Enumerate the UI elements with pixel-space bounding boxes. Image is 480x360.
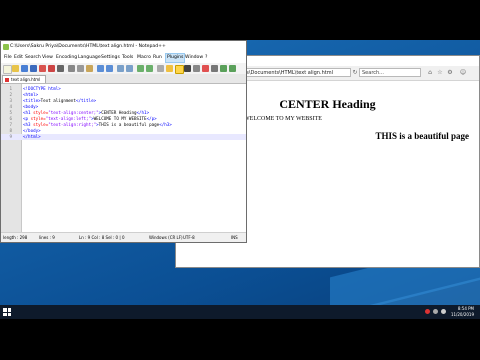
record-macro-icon[interactable] [202,65,209,72]
notepad-app-icon [3,44,9,50]
clock-date[interactable]: 11/20/2019 [451,312,474,318]
replace-icon[interactable] [126,65,133,72]
zoom-out-icon[interactable] [146,65,153,72]
code-editor[interactable]: 1 <!DOCTYPE html> 2 <html> 3 <title>Text alig… [1,84,246,232]
code-token: </h1> [136,110,150,115]
save-icon[interactable] [21,65,28,72]
menu-help[interactable]: ? [204,54,208,62]
code-token: </html> [23,134,41,139]
code-token: </h3> [159,122,172,127]
stop-macro-icon[interactable] [211,65,218,72]
refresh-icon[interactable]: ↻ [351,68,359,77]
play-macro-icon[interactable] [220,65,227,72]
menu-bar: File Edit Search View Encoding Language … [1,53,246,63]
menu-plugins[interactable]: Plugins [165,53,186,63]
home-icon[interactable]: ⌂ [426,68,434,77]
code-token: style= [30,116,46,121]
status-lines: lines : 9 [39,235,55,240]
favorites-icon[interactable]: ☆ [436,68,444,77]
menu-settings[interactable]: Settings [100,54,121,62]
copy-icon[interactable] [77,65,84,72]
cut-icon[interactable] [68,65,75,72]
menu-macro[interactable]: Macro [136,54,152,62]
code-token: <h3 [23,122,34,127]
status-eol: Windows (CR LF) [149,235,183,240]
tray-alert-icon[interactable] [425,309,430,314]
code-token: <title> [23,98,41,103]
code-token: THIS is a beautiful page [98,122,160,127]
volume-icon[interactable] [433,309,438,314]
find-icon[interactable] [117,65,124,72]
search-input[interactable]: Search... [359,68,421,77]
code-token: "text-align:right;" [48,122,97,127]
windows-start-icon[interactable] [3,308,11,316]
new-file-icon[interactable] [3,65,12,74]
code-token: "text-align:center;" [48,110,99,115]
window-title: C:\Users\Sakru Priya\Documents\HTML\text… [10,44,166,49]
line-number: 9 [9,134,12,139]
code-token: </p> [146,116,157,121]
menu-tools[interactable]: Tools [121,54,134,62]
tab-bar: text align.html [1,74,246,84]
status-mode: INS [231,235,238,240]
run-macro-multiple-icon[interactable] [229,65,236,72]
menu-view[interactable]: View [41,54,54,62]
network-icon[interactable] [441,309,446,314]
code-token: <body> [23,104,39,109]
status-bar: length : 298 lines : 9 Ln : 9 Col : 8 Se… [1,232,246,242]
code-token: WELCOME TO MY WEBSITE [93,116,147,121]
redo-icon[interactable] [106,65,113,72]
modified-disk-icon [5,78,9,82]
code-token: style= [33,122,49,127]
settings-icon[interactable]: ⚙ [446,68,454,77]
menu-search[interactable]: Search [24,54,42,62]
code-token: <p [23,116,31,121]
close-all-icon[interactable] [48,65,55,72]
sync-scroll-icon[interactable] [157,65,164,72]
save-all-icon[interactable] [30,65,37,72]
menu-language[interactable]: Language [77,54,102,62]
zoom-in-icon[interactable] [137,65,144,72]
code-token: "text-align:left;" [45,116,92,121]
menu-file[interactable]: File [3,54,13,62]
tab-label: text align.html [11,77,41,82]
code-token: <h1 [23,110,34,115]
screen: ◀ ▶ C:\Users\Documents\HTML\text align.h… [0,0,480,360]
code-token: </title> [75,98,97,103]
run-in-browser-icon[interactable] [175,65,184,74]
status-position: Ln : 9 Col : 8 Sel : 0 | 0 [79,235,125,240]
smiley-icon[interactable]: ☺ [459,68,467,77]
code-token: CENTER Heading [101,110,137,115]
code-token: <html> [23,92,39,97]
code-token: style= [33,110,49,115]
tab-text-align[interactable]: text align.html [2,75,46,83]
code-token: </body> [23,128,41,133]
right-heading: THIS is a beautiful page [375,131,469,141]
wrap-icon[interactable] [166,65,173,72]
left-paragraph: WELCOME TO MY WEBSITE [244,116,322,122]
code-line[interactable]: 9 </html> [1,134,246,140]
status-length: length : 298 [3,235,28,240]
doc-map-icon[interactable] [193,65,200,72]
window-titlebar: C:\Users\Sakru Priya\Documents\HTML\text… [1,41,246,53]
menu-encoding[interactable]: Encoding [55,54,78,62]
menu-run[interactable]: Run [152,54,163,62]
open-file-icon[interactable] [12,65,19,72]
undo-icon[interactable] [97,65,104,72]
code-token: Text alignment [40,98,76,103]
status-encoding: UTF-8 [183,235,195,240]
code-token: <!DOCTYPE html> [23,86,61,91]
paste-icon[interactable] [86,65,93,72]
indent-guide-icon[interactable] [184,65,191,72]
menu-edit[interactable]: Edit [13,54,24,62]
notepad-window: C:\Users\Sakru Priya\Documents\HTML\text… [0,40,247,243]
taskbar: 8:54 PM 11/20/2019 [0,305,480,319]
code-text: </html> [23,134,41,140]
menu-window[interactable]: Window [184,54,204,62]
print-icon[interactable] [57,65,64,72]
close-file-icon[interactable] [39,65,46,72]
